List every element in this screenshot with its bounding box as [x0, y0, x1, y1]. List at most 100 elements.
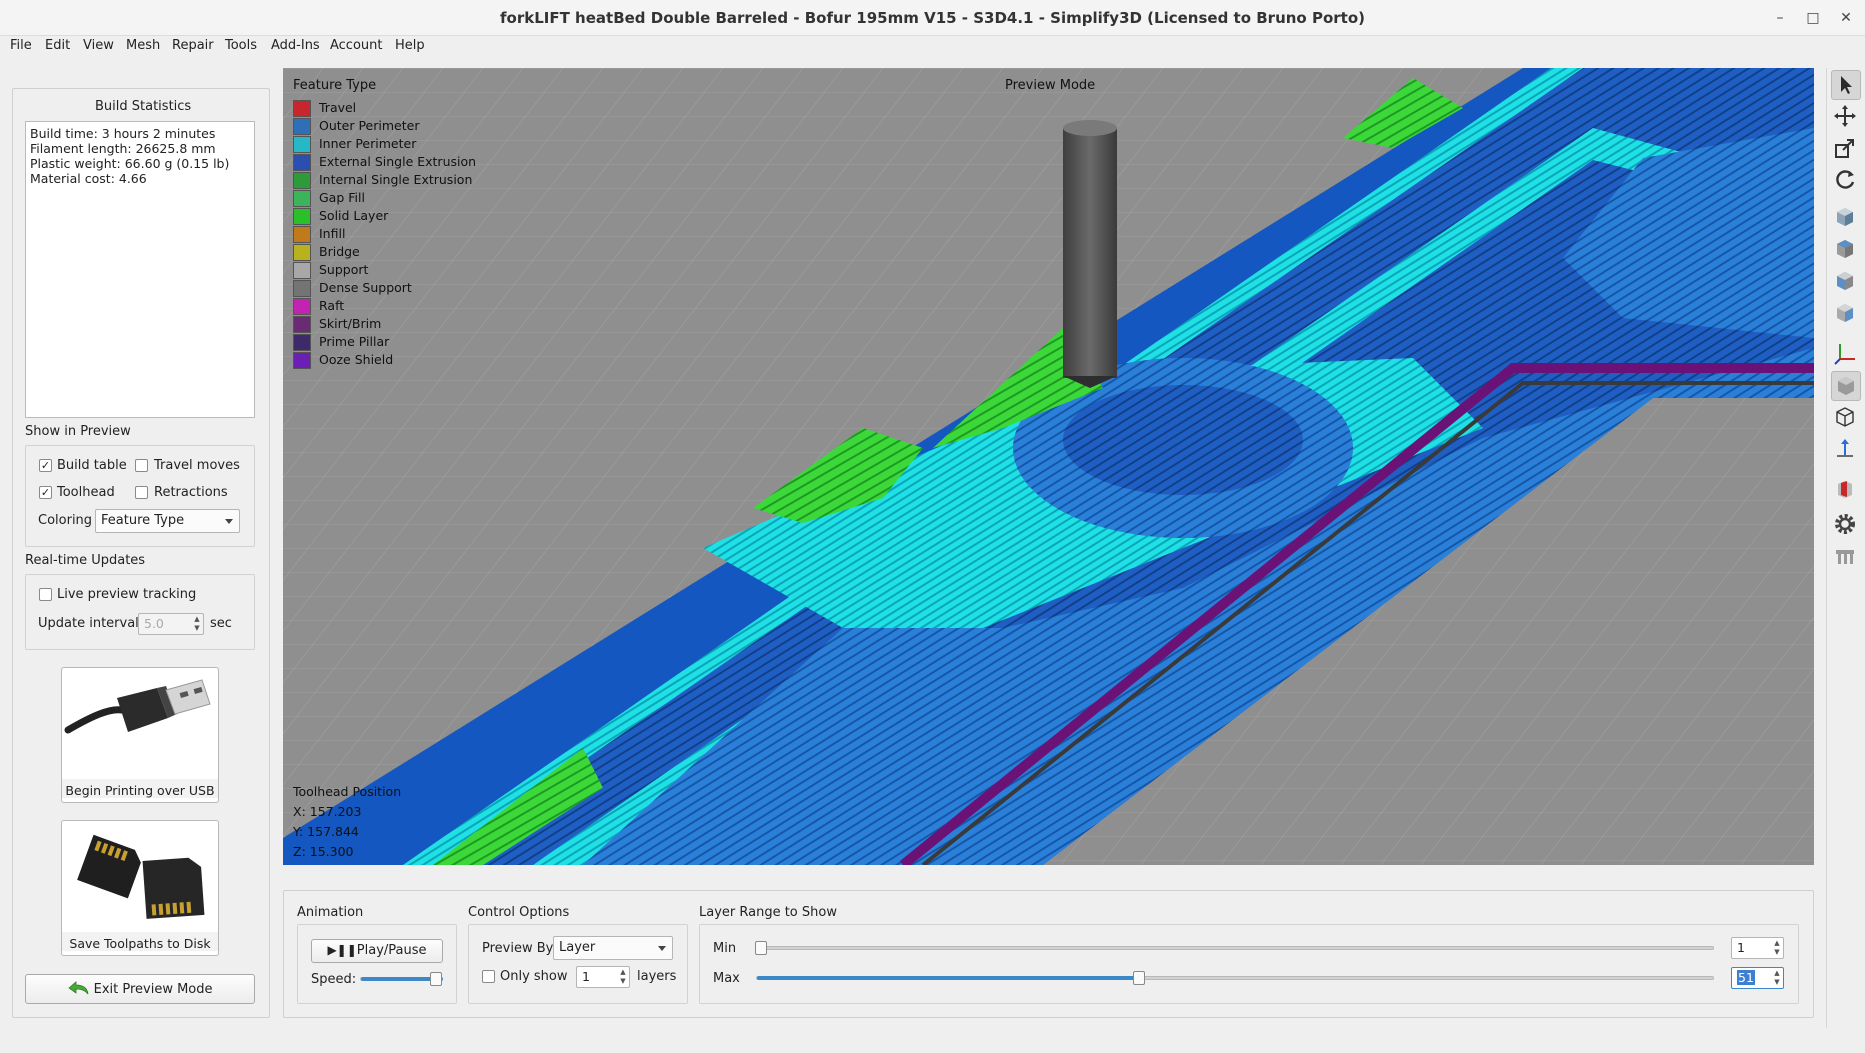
move-icon[interactable] [1831, 102, 1861, 132]
only-show-layers-input[interactable]: 1 ▲ ▼ [576, 966, 630, 988]
menu-account[interactable]: Account [330, 38, 383, 53]
build-table-checkbox[interactable]: ✓ [39, 459, 52, 472]
preview-by-select[interactable]: Layer [553, 936, 673, 960]
right-view-cube-icon[interactable] [1831, 299, 1861, 329]
spin-down-icon[interactable]: ▼ [192, 624, 202, 633]
coloring-select[interactable]: Feature Type [95, 509, 240, 533]
exit-preview-label: Exit Preview Mode [93, 982, 213, 997]
legend-swatch [293, 280, 311, 297]
legend-swatch [293, 118, 311, 135]
layer-range-group [699, 924, 1799, 1004]
toolhead-checkbox[interactable]: ✓ [39, 486, 52, 499]
section-view-icon[interactable] [1831, 475, 1861, 505]
legend-label: Travel [319, 100, 357, 115]
legend-item: Outer Perimeter [293, 117, 419, 135]
update-interval-input[interactable]: 5.0 ▲ ▼ [138, 613, 204, 635]
legend-swatch [293, 298, 311, 315]
max-layer-slider-knob[interactable] [1133, 971, 1146, 985]
legend-label: Support [319, 262, 369, 277]
legend-item: Inner Perimeter [293, 135, 416, 153]
retractions-label: Retractions [154, 485, 228, 500]
layers-label: layers [637, 969, 677, 984]
spin-up-icon[interactable]: ▲ [618, 968, 628, 977]
menu-repair[interactable]: Repair [172, 38, 214, 53]
wireframe-view-icon[interactable] [1831, 403, 1861, 433]
rotate-icon[interactable] [1831, 166, 1861, 196]
live-tracking-checkbox[interactable] [39, 588, 52, 601]
min-label: Min [713, 941, 737, 956]
spin-up-icon[interactable]: ▲ [192, 615, 202, 624]
legend-swatch [293, 190, 311, 207]
min-layer-slider-knob[interactable] [755, 941, 767, 955]
legend-swatch [293, 208, 311, 225]
only-show-checkbox[interactable] [482, 970, 495, 983]
travel-moves-checkbox[interactable] [135, 459, 148, 472]
legend-item: Raft [293, 297, 376, 315]
exit-preview-button[interactable]: Exit Preview Mode [25, 974, 255, 1004]
menu-edit[interactable]: Edit [45, 38, 70, 53]
coloring-label: Coloring [38, 513, 93, 528]
normal-icon[interactable] [1831, 435, 1861, 465]
window-title: forkLIFT heatBed Double Barreled - Bofur… [500, 9, 1365, 27]
legend-label: Inner Perimeter [319, 136, 417, 151]
legend-item: Ooze Shield [293, 351, 393, 369]
solid-view-icon[interactable] [1831, 371, 1861, 401]
spin-up-icon[interactable]: ▲ [1772, 969, 1782, 978]
build-statistics-box: Build time: 3 hours 2 minutes Filament l… [25, 121, 255, 418]
max-layer-input[interactable]: 51 ▲ ▼ [1731, 967, 1784, 989]
legend-item: Prime Pillar [293, 333, 389, 351]
min-layer-slider[interactable] [756, 946, 1714, 950]
toolhead-position: Toolhead Position X: 157.203 Y: 157.844 … [293, 782, 401, 862]
spin-down-icon[interactable]: ▼ [618, 977, 628, 986]
legend-swatch [293, 334, 311, 351]
maximize-button[interactable]: □ [1803, 8, 1823, 28]
scale-icon[interactable] [1831, 134, 1861, 164]
build-table-label: Build table [57, 458, 127, 473]
speed-label: Speed: [311, 972, 357, 987]
close-button[interactable]: ✕ [1836, 8, 1856, 28]
menu-help[interactable]: Help [395, 38, 425, 53]
legend-swatch [293, 262, 311, 279]
retractions-checkbox[interactable] [135, 486, 148, 499]
show-in-preview-heading: Show in Preview [25, 424, 131, 439]
legend-label: Gap Fill [319, 190, 365, 205]
bed-icon[interactable] [1831, 542, 1861, 572]
axes-icon[interactable] [1831, 339, 1861, 369]
spin-down-icon[interactable]: ▼ [1772, 948, 1782, 957]
legend-item: Skirt/Brim [293, 315, 381, 333]
menu-file[interactable]: File [10, 38, 32, 53]
select-arrow-icon[interactable] [1831, 70, 1861, 100]
minimize-button[interactable]: – [1770, 8, 1790, 28]
front-view-cube-icon[interactable] [1831, 203, 1861, 233]
play-pause-button[interactable]: ▶❚❚Play/Pause [311, 939, 443, 963]
chevron-down-icon [225, 519, 233, 524]
settings-gear-icon[interactable] [1831, 510, 1861, 540]
save-toolpaths-button[interactable]: Save Toolpaths to Disk [61, 820, 219, 956]
toolhead-y: Y: 157.844 [293, 824, 359, 839]
legend-item: Solid Layer [293, 207, 388, 225]
menu-mesh[interactable]: Mesh [126, 38, 160, 53]
min-layer-input[interactable]: 1 ▲ ▼ [1731, 937, 1784, 959]
speed-slider-knob[interactable] [430, 972, 442, 986]
legend-item: Gap Fill [293, 189, 376, 207]
layer-range-heading: Layer Range to Show [699, 905, 837, 920]
menu-tools[interactable]: Tools [225, 38, 257, 53]
preview-viewport[interactable]: Feature Type Travel Outer Perimeter Inner … [283, 68, 1814, 865]
update-interval-value: 5.0 [144, 616, 164, 631]
max-layer-slider[interactable] [756, 976, 1714, 980]
legend-swatch [293, 136, 311, 153]
right-toolbar [1826, 68, 1862, 1028]
spin-up-icon[interactable]: ▲ [1772, 939, 1782, 948]
menu-add-ins[interactable]: Add-Ins [271, 38, 320, 53]
title-bar: forkLIFT heatBed Double Barreled - Bofur… [0, 0, 1865, 36]
begin-printing-usb-button[interactable]: Begin Printing over USB [61, 667, 219, 803]
toolhead-position-title: Toolhead Position [293, 784, 402, 799]
legend-title: Feature Type [293, 78, 377, 93]
left-view-cube-icon[interactable] [1831, 267, 1861, 297]
top-view-cube-icon[interactable] [1831, 235, 1861, 265]
legend-label: Dense Support [319, 280, 412, 295]
control-options-heading: Control Options [468, 905, 570, 920]
legend-item: Travel [293, 99, 376, 117]
spin-down-icon[interactable]: ▼ [1772, 978, 1782, 987]
menu-view[interactable]: View [83, 38, 114, 53]
